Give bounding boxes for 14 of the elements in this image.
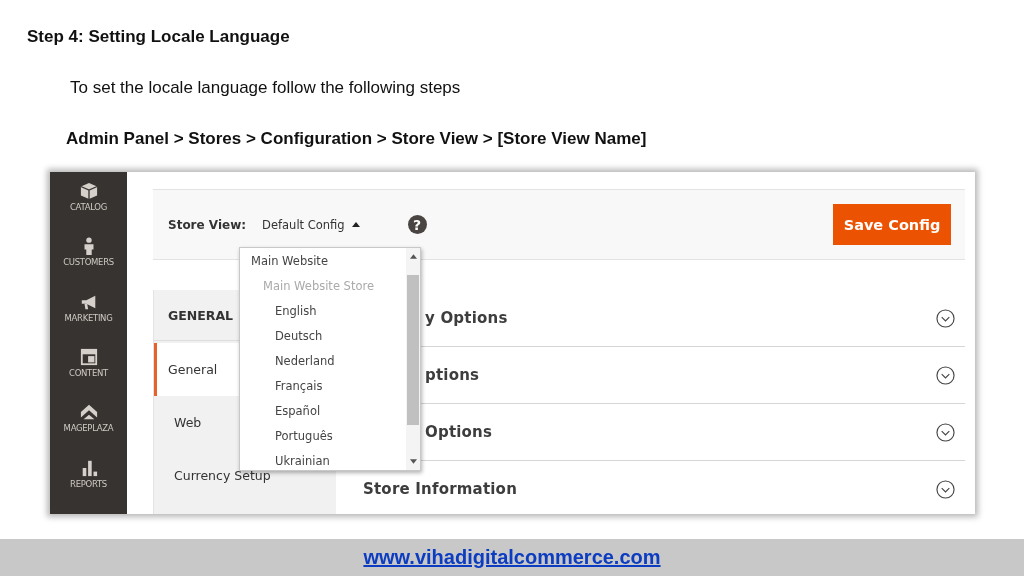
slide-heading: Step 4: Setting Locale Language <box>27 27 290 47</box>
sidebar-label: CATALOG <box>69 202 107 212</box>
store-view-label: Store View: <box>168 217 247 232</box>
navigation-path: Admin Panel > Stores > Configuration > Store View > [Store View Name] <box>66 129 647 149</box>
sidebar-label: MARKETING <box>64 312 113 323</box>
section-title: Options <box>424 423 493 441</box>
sidebar-label: CUSTOMERS <box>63 257 114 268</box>
instruction-text: To set the locale language follow the following steps <box>70 78 461 98</box>
section-title: Store Information <box>363 480 517 498</box>
sidebar-label: REPORTS <box>70 478 107 489</box>
sidebar-label: MAGEPLAZA <box>63 423 114 434</box>
section-title: y Options <box>424 309 508 327</box>
section-title: ptions <box>424 366 480 384</box>
sidebar-label: CONTENT <box>69 368 108 378</box>
